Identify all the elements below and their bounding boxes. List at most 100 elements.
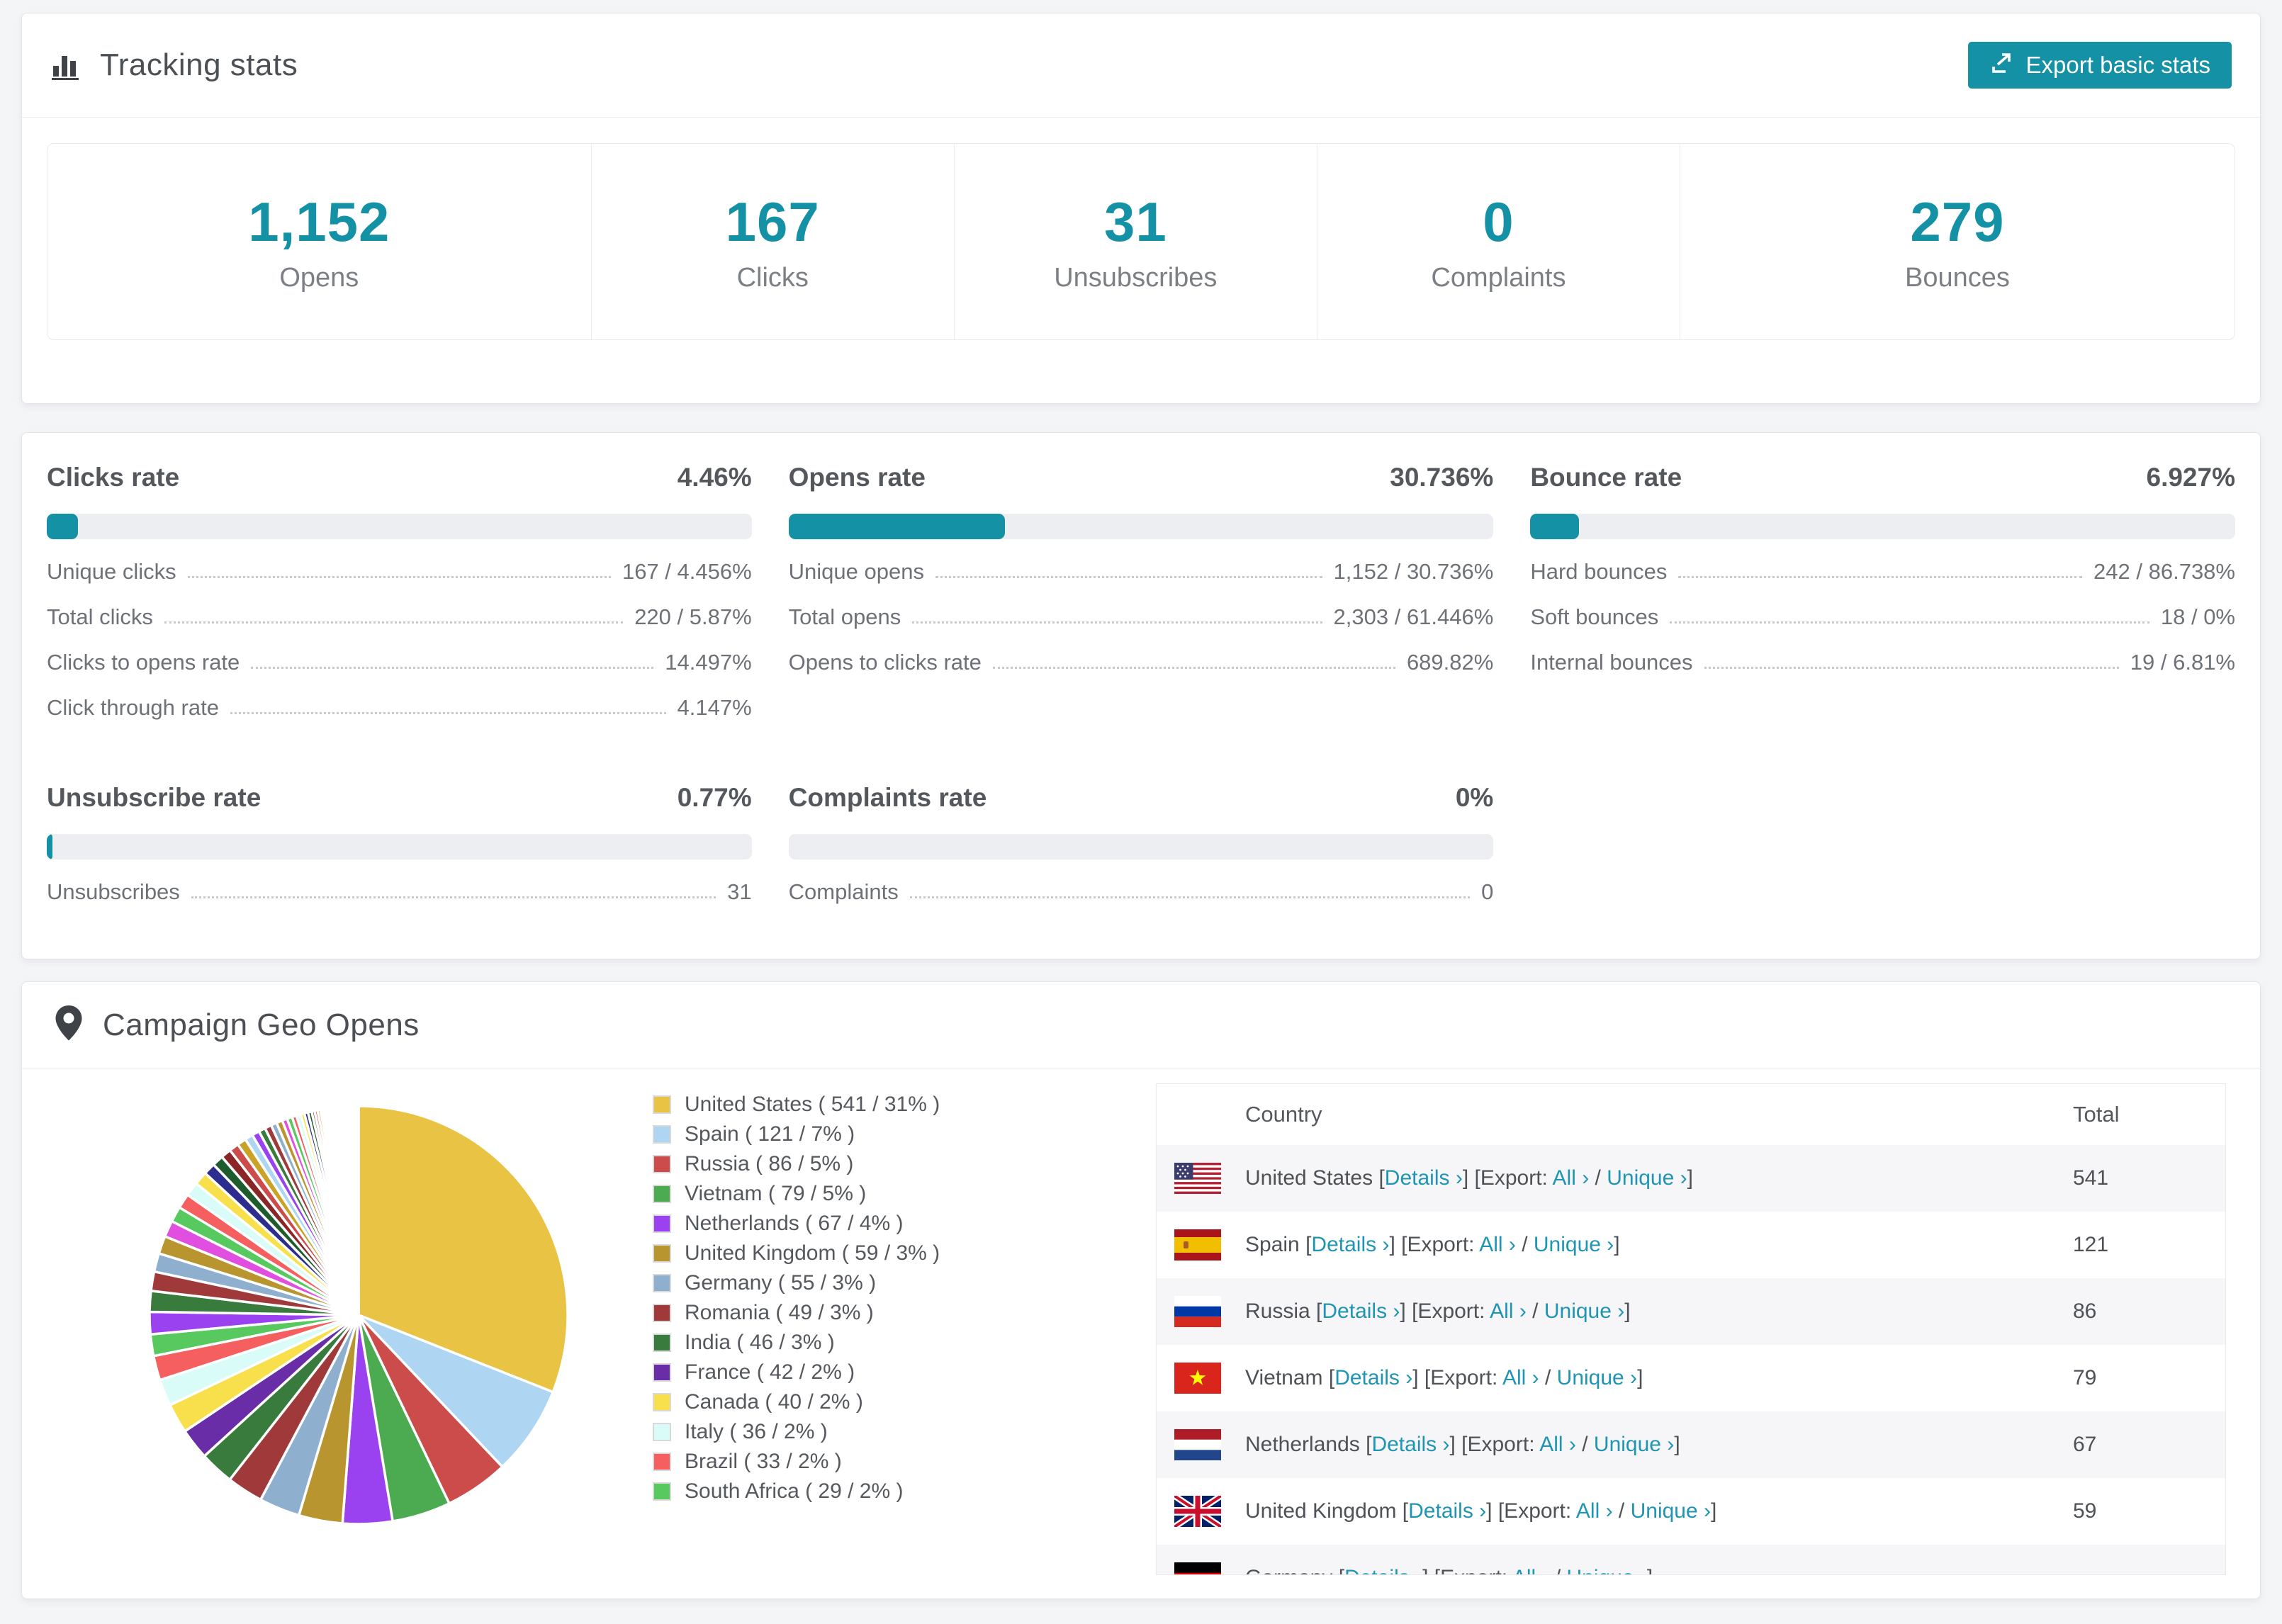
page: Tracking stats Export basic stats 1,152 O…: [0, 0, 2282, 1624]
export-unique-link[interactable]: Unique ›: [1557, 1366, 1637, 1389]
legend-item[interactable]: South Africa ( 29 / 2% ): [653, 1477, 940, 1506]
geo-header: Campaign Geo Opens: [22, 982, 2260, 1068]
rate-detail-label: Unique clicks: [47, 559, 176, 584]
export-all-link[interactable]: All ›: [1539, 1433, 1576, 1456]
legend-item[interactable]: Italy ( 36 / 2% ): [653, 1417, 940, 1447]
bracket: ]: [1637, 1366, 1643, 1389]
legend-item[interactable]: Canada ( 40 / 2% ): [653, 1387, 940, 1417]
bar-chart-icon: [50, 49, 83, 81]
column-header-country: Country: [1245, 1102, 1322, 1127]
legend-item[interactable]: France ( 42 / 2% ): [653, 1358, 940, 1387]
legend-label: Brazil ( 33 / 2% ): [685, 1450, 842, 1473]
details-link[interactable]: Details ›: [1344, 1566, 1422, 1574]
export-unique-link[interactable]: Unique ›: [1567, 1566, 1647, 1574]
legend-color-swatch: [653, 1482, 671, 1501]
rate-detail-label: Unique opens: [788, 559, 924, 584]
bracket: ]: [1674, 1433, 1680, 1456]
legend-item[interactable]: Brazil ( 33 / 2% ): [653, 1447, 940, 1477]
legend-label: Vietnam ( 79 / 5% ): [685, 1182, 867, 1205]
rate-value: 30.736%: [1390, 463, 1494, 492]
flag-de-icon: [1174, 1562, 1221, 1574]
details-link[interactable]: Details ›: [1371, 1433, 1449, 1456]
legend-label: Romania ( 49 / 3% ): [685, 1301, 874, 1324]
export-all-link[interactable]: All ›: [1512, 1566, 1549, 1574]
table-row: United States [Details ›] [Export: All ›…: [1157, 1145, 2225, 1212]
dotted-leader: [992, 667, 1395, 669]
legend-item[interactable]: United States ( 541 / 31% ): [653, 1090, 940, 1120]
legend-item[interactable]: Germany ( 55 / 3% ): [653, 1268, 940, 1298]
flag-gb-icon: [1174, 1496, 1221, 1527]
rate-value: 6.927%: [2146, 463, 2236, 492]
dotted-leader: [164, 621, 624, 624]
bracket: ]: [1412, 1366, 1424, 1389]
country-cell: Russia [Details ›] [Export: All › / Uniq…: [1245, 1299, 2073, 1324]
export-label: [Export:: [1434, 1566, 1512, 1574]
export-all-link[interactable]: All ›: [1479, 1233, 1516, 1256]
export-all-link[interactable]: All ›: [1553, 1166, 1590, 1190]
country-cell: Germany [Details ›] [Export: All › / Uni…: [1245, 1566, 2073, 1574]
pie-slice[interactable]: [356, 1105, 360, 1316]
legend-color-swatch: [653, 1453, 671, 1471]
export-unique-link[interactable]: Unique ›: [1607, 1166, 1687, 1190]
table-row: United Kingdom [Details ›] [Export: All …: [1157, 1478, 2225, 1545]
legend-item[interactable]: Netherlands ( 67 / 4% ): [653, 1209, 940, 1239]
rate-block-bounce-rate: Bounce rate 6.927% Hard bounces 242 / 86.73…: [1530, 463, 2235, 721]
stat-label: Clicks: [736, 263, 809, 293]
legend-item[interactable]: Spain ( 121 / 7% ): [653, 1120, 940, 1149]
column-header-total: Total: [2073, 1102, 2120, 1127]
details-link[interactable]: Details ›: [1322, 1299, 1400, 1323]
legend-item[interactable]: United Kingdom ( 59 / 3% ): [653, 1239, 940, 1268]
export-unique-link[interactable]: Unique ›: [1594, 1433, 1674, 1456]
rate-detail-value: 1,152 / 30.736%: [1333, 559, 1494, 584]
rate-block-unsubscribe-rate: Unsubscribe rate 0.77% Unsubscribes 31: [47, 783, 752, 905]
export-unique-link[interactable]: Unique ›: [1544, 1299, 1624, 1323]
details-link[interactable]: Details ›: [1408, 1499, 1486, 1523]
export-unique-link[interactable]: Unique ›: [1534, 1233, 1614, 1256]
rate-detail-row: Opens to clicks rate 689.82%: [789, 650, 1494, 675]
rate-detail-value: 31: [727, 879, 752, 904]
export-unique-link[interactable]: Unique ›: [1631, 1499, 1711, 1523]
stat-box-opens: 1,152 Opens: [47, 144, 591, 339]
export-all-link[interactable]: All ›: [1576, 1499, 1613, 1523]
rate-value: 0.77%: [677, 783, 752, 812]
slash: /: [1526, 1299, 1544, 1323]
export-button-label: Export basic stats: [2025, 52, 2210, 78]
legend-item[interactable]: Russia ( 86 / 5% ): [653, 1149, 940, 1179]
export-label: [Export:: [1424, 1366, 1502, 1389]
legend-label: Italy ( 36 / 2% ): [685, 1420, 828, 1443]
bracket: ]: [1614, 1233, 1620, 1256]
rate-progress-fill: [47, 834, 52, 859]
legend-color-swatch: [653, 1185, 671, 1203]
slash: /: [1515, 1233, 1534, 1256]
stat-value: 279: [1910, 191, 2005, 253]
bracket: [: [1328, 1366, 1335, 1389]
stat-box-bounces: 279 Bounces: [1680, 144, 2235, 339]
export-label: [Export:: [1461, 1433, 1540, 1456]
geo-title: Campaign Geo Opens: [103, 1007, 420, 1042]
rate-detail-label: Opens to clicks rate: [788, 650, 982, 675]
stat-label: Unsubscribes: [1054, 263, 1218, 293]
rate-title: Unsubscribe rate: [47, 783, 262, 812]
legend-item[interactable]: India ( 46 / 3% ): [653, 1328, 940, 1358]
export-all-link[interactable]: All ›: [1502, 1366, 1539, 1389]
details-link[interactable]: Details ›: [1334, 1366, 1412, 1389]
legend-item[interactable]: Vietnam ( 79 / 5% ): [653, 1179, 940, 1209]
legend-label: South Africa ( 29 / 2% ): [685, 1479, 904, 1503]
details-link[interactable]: Details ›: [1385, 1166, 1463, 1190]
legend-item[interactable]: Romania ( 49 / 3% ): [653, 1298, 940, 1328]
bracket: ]: [1647, 1566, 1653, 1574]
details-link[interactable]: Details ›: [1311, 1233, 1389, 1256]
export-all-link[interactable]: All ›: [1490, 1299, 1527, 1323]
legend-color-swatch: [653, 1423, 671, 1441]
dotted-leader: [191, 896, 716, 898]
country-name: Germany: [1245, 1566, 1339, 1574]
stat-box-complaints: 0 Complaints: [1316, 144, 1680, 339]
rate-detail-label: Total opens: [788, 604, 901, 629]
export-basic-stats-button[interactable]: Export basic stats: [1967, 42, 2232, 89]
rate-progress-bar: [788, 834, 1494, 859]
rate-progress-bar: [47, 514, 752, 539]
country-cell: United Kingdom [Details ›] [Export: All …: [1245, 1499, 2073, 1523]
bracket: ]: [1687, 1166, 1693, 1190]
stat-label: Opens: [279, 263, 359, 293]
bracket: ]: [1400, 1299, 1412, 1323]
